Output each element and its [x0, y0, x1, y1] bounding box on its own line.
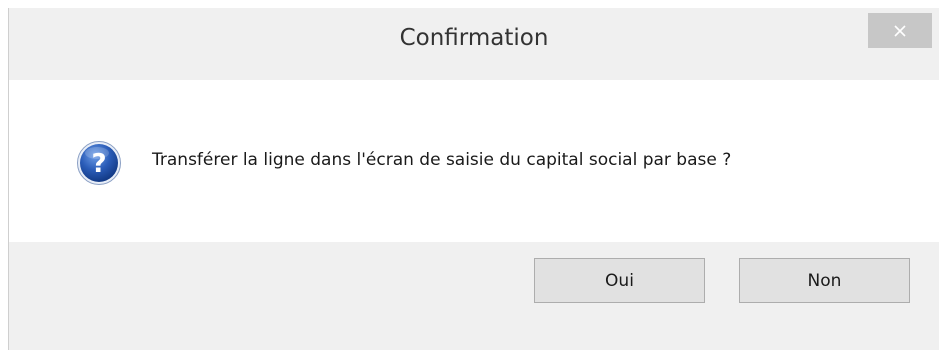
- title-bar[interactable]: Confirmation: [9, 8, 939, 80]
- close-icon: [893, 24, 907, 38]
- dialog-footer: Oui Non: [9, 242, 939, 350]
- svg-text:?: ?: [91, 149, 106, 179]
- non-button[interactable]: Non: [739, 258, 910, 303]
- dialog-message: Transférer la ligne dans l'écran de sais…: [152, 150, 732, 170]
- oui-button[interactable]: Oui: [534, 258, 705, 303]
- dialog-title: Confirmation: [399, 25, 549, 51]
- confirmation-dialog: Confirmation ? Transférer la ligne dans …: [8, 8, 939, 350]
- close-button[interactable]: [868, 13, 932, 48]
- dialog-content: ? Transférer la ligne dans l'écran de sa…: [9, 80, 939, 242]
- question-icon: ?: [76, 140, 122, 186]
